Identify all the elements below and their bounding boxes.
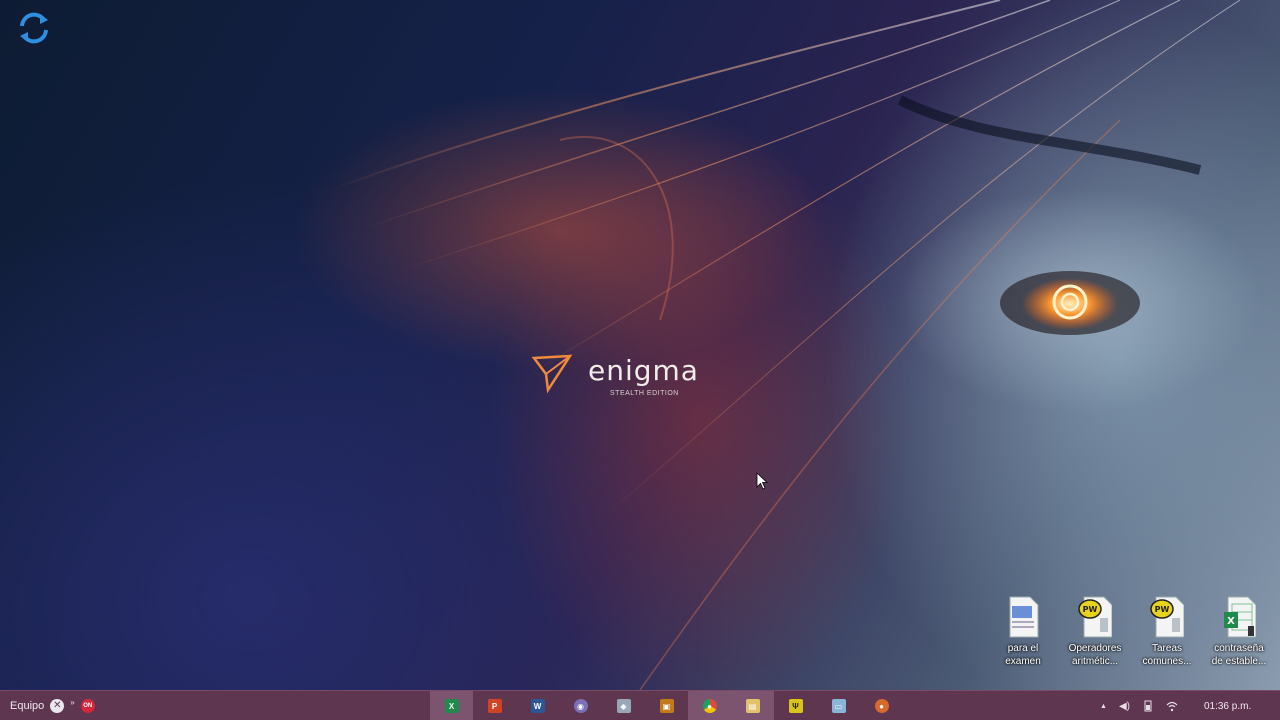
taskbar-monitor-app[interactable]: ▭ <box>817 691 860 720</box>
tray-overflow-icon[interactable]: ▲ <box>1100 703 1107 710</box>
red-badge-icon[interactable]: ON <box>80 699 95 713</box>
wallpaper-streaks <box>329 0 1241 690</box>
logo-word: enigma <box>588 354 699 387</box>
taskbar: Equipo ✕ » ON X P W ◉ ◆ ▣ ● ▤ Ψ ▭ ● ▲ ◀)… <box>0 690 1280 720</box>
fox-icon: ● <box>874 699 889 713</box>
taskbar-apps: X P W ◉ ◆ ▣ ● ▤ Ψ ▭ ● <box>430 691 903 720</box>
mouse-cursor-icon <box>756 472 768 490</box>
system-tray: ▲ ◀) 01:36 p.m. <box>1100 691 1251 720</box>
desktop-icon-label-line2: examen <box>1005 656 1041 667</box>
folder-icon: ▤ <box>745 699 760 713</box>
glowing-eye-icon <box>1000 271 1140 335</box>
desktop-icon-label-line2: aritmétic... <box>1071 656 1119 667</box>
equipo-toolbar-label[interactable]: Equipo <box>10 700 44 712</box>
volume-icon[interactable]: ◀) <box>1119 701 1130 712</box>
taskbar-powerpoint-app[interactable]: P <box>473 691 516 720</box>
desktop-icon-label-line1: para el <box>1007 643 1039 654</box>
taskbar-chrome-app[interactable]: ● <box>688 691 731 720</box>
desktop-icon-label-line1: Operadores <box>1068 643 1122 654</box>
monitor-icon: ▭ <box>831 699 846 713</box>
toolbar-chevron-icon[interactable]: » <box>70 698 74 707</box>
taskbar-network-app[interactable]: ◆ <box>602 691 645 720</box>
svg-text:X: X <box>1227 616 1235 627</box>
taskbar-file-explorer-app[interactable]: ▤ <box>731 691 774 720</box>
paper-plane-icon <box>531 354 573 394</box>
globe-icon: ◉ <box>573 699 588 713</box>
battery-icon[interactable] <box>1142 700 1154 712</box>
svg-text:PW: PW <box>1083 605 1098 614</box>
clock[interactable]: 01:36 p.m. <box>1204 701 1251 712</box>
desktop-icon-label-line2: comunes... <box>1142 656 1192 667</box>
wallpaper-logo: enigma STEALTH EDITION <box>528 350 708 406</box>
desktop-icon-label-line1: contraseña <box>1214 643 1264 654</box>
close-badge-icon[interactable]: ✕ <box>50 699 65 713</box>
desktop-icon-label-line2: de estable... <box>1211 656 1267 667</box>
network-status-icon[interactable] <box>1166 700 1178 712</box>
presentation-icon: ▣ <box>659 699 674 713</box>
taskbar-pseint-app[interactable]: Ψ <box>774 691 817 720</box>
taskbar-left-area: Equipo ✕ » ON <box>10 691 95 720</box>
taskbar-globe-app[interactable]: ◉ <box>559 691 602 720</box>
taskbar-excel-app[interactable]: X <box>430 691 473 720</box>
taskbar-fox-app[interactable]: ● <box>860 691 903 720</box>
pseint-file-icon: PW <box>1078 596 1112 638</box>
desktop-icon-para-el-examen[interactable]: para el examen <box>990 596 1056 680</box>
desktop-icon-area: para el examen PW Operadores aritmétic..… <box>990 596 1270 680</box>
excel-icon: X <box>444 699 459 713</box>
refresh-icon[interactable] <box>14 8 54 48</box>
pseint-file-icon: PW <box>1150 596 1184 638</box>
word-document-icon <box>1009 596 1039 638</box>
taskbar-word-app[interactable]: W <box>516 691 559 720</box>
desktop-icon-tareas[interactable]: PW Tareas comunes... <box>1134 596 1200 680</box>
desktop-icon-contrasena[interactable]: X contraseña de estable... <box>1206 596 1272 680</box>
logo-subtitle: STEALTH EDITION <box>610 390 679 397</box>
chrome-icon: ● <box>702 699 717 713</box>
pseint-icon: Ψ <box>788 699 803 713</box>
desktop-icon-operadores[interactable]: PW Operadores aritmétic... <box>1062 596 1128 680</box>
powerpoint-icon: P <box>487 699 502 713</box>
svg-text:PW: PW <box>1155 605 1170 614</box>
desktop-icon-label-line1: Tareas <box>1151 643 1182 654</box>
taskbar-presentation-app[interactable]: ▣ <box>645 691 688 720</box>
network-icon: ◆ <box>616 699 631 713</box>
word-icon: W <box>530 699 545 713</box>
excel-file-icon: X <box>1224 596 1256 638</box>
